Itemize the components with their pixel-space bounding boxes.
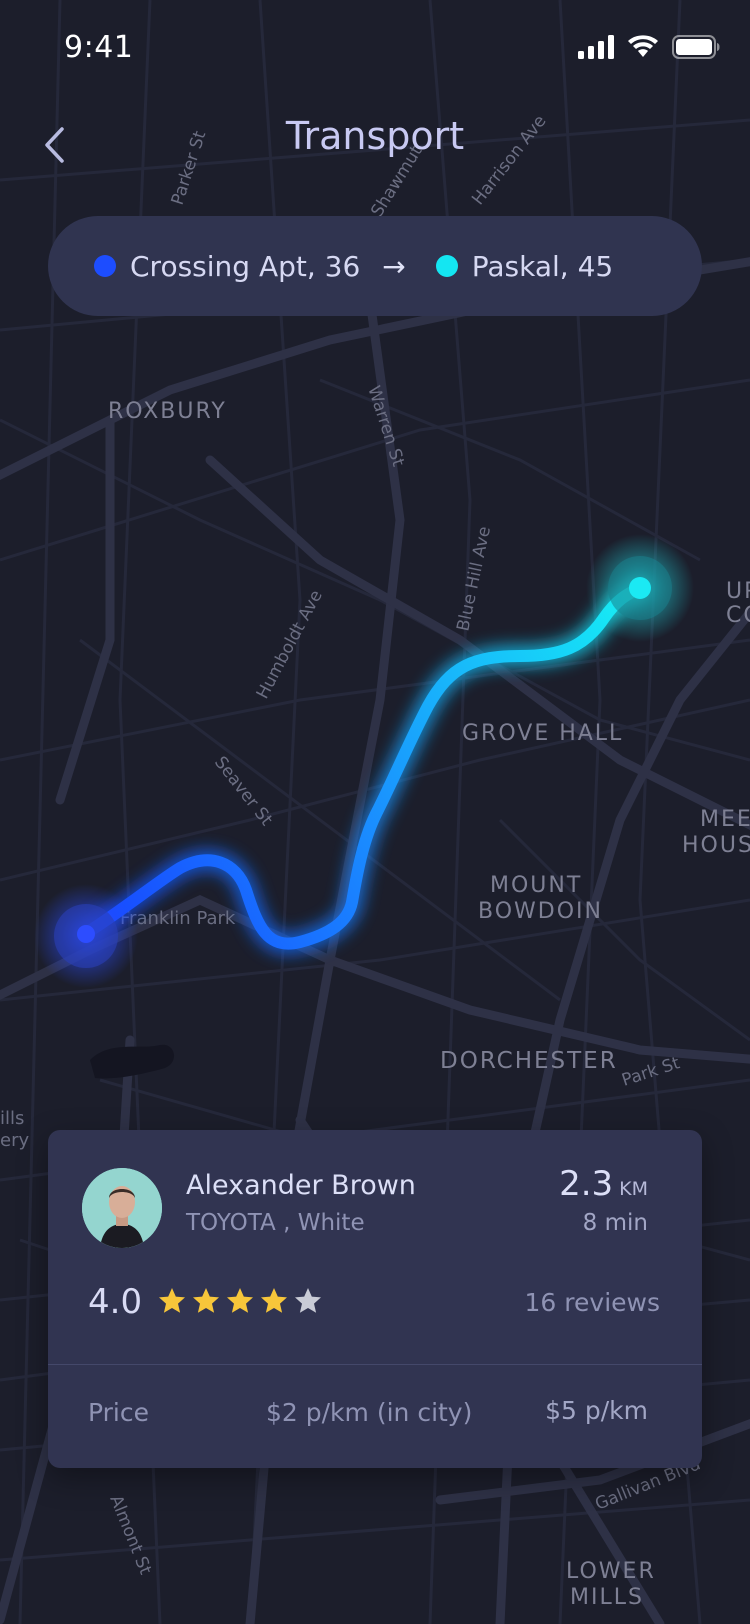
star-empty-icon xyxy=(295,1288,321,1313)
person-avatar-icon xyxy=(82,1168,162,1248)
star-filled-icon xyxy=(193,1288,219,1313)
reviews-link[interactable]: 16 reviews xyxy=(525,1288,660,1317)
map-area-label: MILLS xyxy=(570,1585,644,1610)
map-area-label: MOUNT xyxy=(490,873,582,898)
route-start-marker[interactable] xyxy=(34,884,138,988)
map-area-label: BOWDOIN xyxy=(478,899,603,924)
origin-label: Crossing Apt, 36 xyxy=(130,249,361,283)
status-icons xyxy=(578,32,720,62)
distance-unit: KM xyxy=(619,1178,648,1200)
route-end-marker[interactable] xyxy=(586,534,694,642)
star-filled-icon xyxy=(227,1288,253,1313)
destination-dot-icon xyxy=(435,255,458,277)
route-summary[interactable]: Crossing Apt, 36 → Paskal, 45 xyxy=(48,216,702,316)
price-outside: $5 p/km xyxy=(545,1396,648,1425)
driver-avatar[interactable] xyxy=(82,1168,162,1248)
star-filled-icon xyxy=(159,1288,185,1313)
map-area-label: CO xyxy=(726,603,750,628)
battery-icon xyxy=(672,35,720,59)
transport-screen: ROXBURY GROVE HALL MOUNT BOWDOIN DORCHES… xyxy=(0,0,750,1624)
page-title: Transport xyxy=(285,114,465,158)
trip-duration: 8 min xyxy=(582,1210,648,1236)
price-city: $2 p/km (in city) xyxy=(266,1398,473,1427)
driver-car: TOYOTA , White xyxy=(186,1210,365,1236)
driver-card[interactable]: Alexander Brown TOYOTA , White 2.3 KM 8 m… xyxy=(48,1130,702,1468)
signal-icon xyxy=(578,35,614,59)
street-label: ery xyxy=(0,1130,29,1151)
wifi-icon xyxy=(628,35,658,57)
origin-dot-icon xyxy=(94,255,116,277)
map-area-label: UP xyxy=(726,579,750,604)
rating-value: 4.0 xyxy=(88,1282,143,1322)
map-area-label: ROXBURY xyxy=(108,399,227,424)
map-area-label: HOUSE xyxy=(682,833,750,858)
divider xyxy=(48,1364,702,1365)
map-area-label: DORCHESTER xyxy=(440,1048,618,1074)
trip-distance: 2.3 KM xyxy=(559,1164,648,1204)
street-label: ills xyxy=(0,1108,24,1129)
destination-label: Paskal, 45 xyxy=(471,249,614,283)
distance-value: 2.3 xyxy=(559,1164,614,1204)
driver-name: Alexander Brown xyxy=(186,1170,416,1201)
map-area-label: LOWER xyxy=(566,1559,656,1584)
price-label: Price xyxy=(88,1398,149,1427)
arrow-right-icon: → xyxy=(382,249,406,283)
star-filled-icon xyxy=(261,1288,287,1313)
rating-stars xyxy=(156,1286,324,1316)
map-area-label: MEET xyxy=(700,807,750,832)
map-area-label: GROVE HALL xyxy=(462,721,623,746)
status-time: 9:41 xyxy=(64,30,134,65)
